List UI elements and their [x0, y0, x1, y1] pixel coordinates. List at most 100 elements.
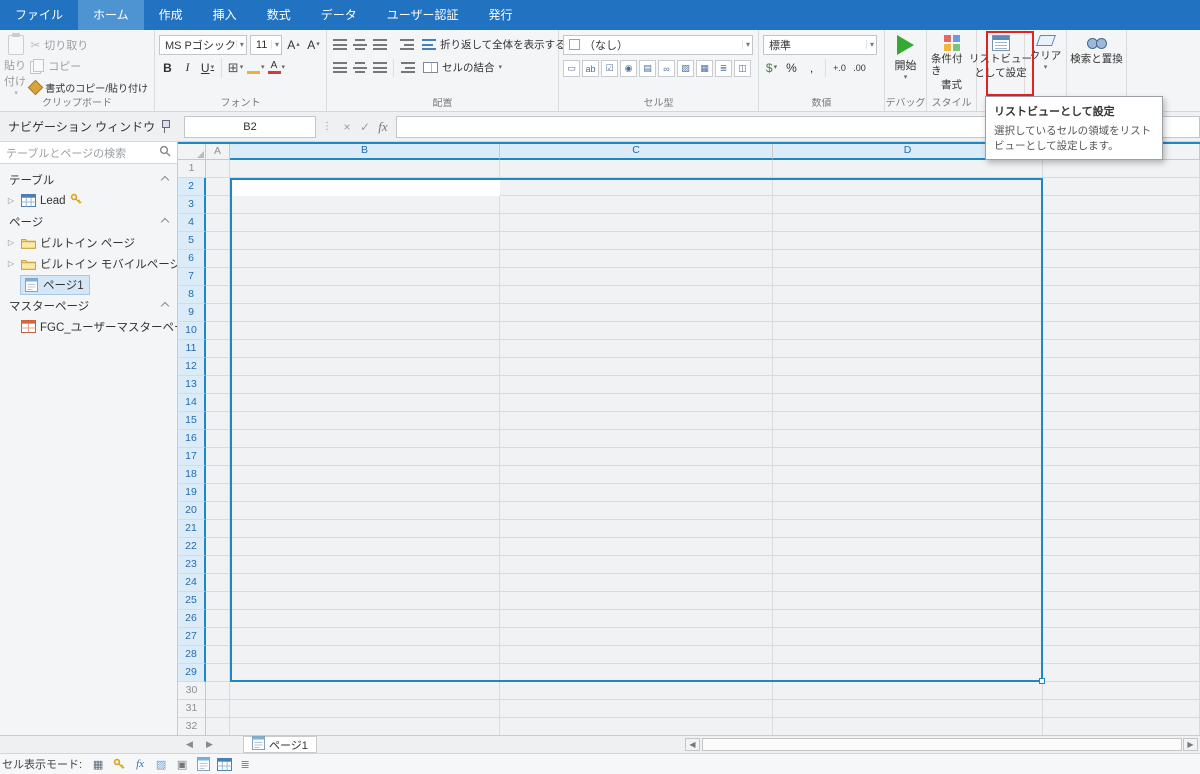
cell-E12[interactable]	[1043, 358, 1200, 376]
row-header-3[interactable]: 3	[178, 196, 206, 214]
cell-C32[interactable]	[500, 718, 773, 735]
cell-B9[interactable]	[230, 304, 500, 322]
cell-E27[interactable]	[1043, 628, 1200, 646]
wrap-text-button[interactable]: 折り返して全体を表示する	[420, 36, 568, 54]
cell-C5[interactable]	[500, 232, 773, 250]
checkbox-celltype-icon[interactable]: ☑	[601, 60, 618, 77]
cell-A1[interactable]	[206, 160, 230, 178]
cell-E11[interactable]	[1043, 340, 1200, 358]
cell-D10[interactable]	[773, 322, 1043, 340]
row-header-17[interactable]: 17	[178, 448, 206, 466]
cell-B28[interactable]	[230, 646, 500, 664]
cell-C19[interactable]	[500, 484, 773, 502]
expander-icon[interactable]: ▷	[6, 259, 16, 268]
cell-E8[interactable]	[1043, 286, 1200, 304]
bold-button[interactable]: B	[159, 58, 176, 77]
cell-C23[interactable]	[500, 556, 773, 574]
cell-E13[interactable]	[1043, 376, 1200, 394]
cell-A2[interactable]	[206, 178, 230, 196]
cell-C2[interactable]	[500, 178, 773, 196]
cell-C26[interactable]	[500, 610, 773, 628]
cell-A17[interactable]	[206, 448, 230, 466]
cell-E9[interactable]	[1043, 304, 1200, 322]
cell-E1[interactable]	[1043, 160, 1200, 178]
collapse-chevron-icon[interactable]	[161, 301, 169, 309]
button-celltype-icon[interactable]: ▭	[563, 60, 580, 77]
cell-D12[interactable]	[773, 358, 1043, 376]
cell-A21[interactable]	[206, 520, 230, 538]
cell-B14[interactable]	[230, 394, 500, 412]
radio-celltype-icon[interactable]: ◉	[620, 60, 637, 77]
cell-E6[interactable]	[1043, 250, 1200, 268]
cell-A25[interactable]	[206, 592, 230, 610]
cell-C12[interactable]	[500, 358, 773, 376]
cell-E22[interactable]	[1043, 538, 1200, 556]
ribbon-tab-挿入[interactable]: 挿入	[198, 0, 252, 30]
cut-button[interactable]: ✂切り取り	[28, 36, 150, 54]
cell-B32[interactable]	[230, 718, 500, 735]
name-box[interactable]: B2	[184, 116, 316, 138]
cell-B16[interactable]	[230, 430, 500, 448]
sheet-tab-page1[interactable]: ページ1	[243, 736, 317, 753]
cell-E3[interactable]	[1043, 196, 1200, 214]
cell-B29[interactable]	[230, 664, 500, 682]
cell-E19[interactable]	[1043, 484, 1200, 502]
sidebar-item-ページ1[interactable]: ページ1	[0, 274, 177, 295]
row-header-25[interactable]: 25	[178, 592, 206, 610]
window-icon[interactable]: ▣	[174, 756, 190, 772]
column-header-C[interactable]: C	[500, 144, 773, 160]
row-header-19[interactable]: 19	[178, 484, 206, 502]
cell-C3[interactable]	[500, 196, 773, 214]
cell-B27[interactable]	[230, 628, 500, 646]
ribbon-tab-作成[interactable]: 作成	[144, 0, 198, 30]
cell-B17[interactable]	[230, 448, 500, 466]
expander-icon[interactable]: ▷	[6, 238, 16, 247]
cell-B26[interactable]	[230, 610, 500, 628]
page-icon[interactable]	[195, 756, 211, 772]
cell-A22[interactable]	[206, 538, 230, 556]
row-header-6[interactable]: 6	[178, 250, 206, 268]
row-header-2[interactable]: 2	[178, 178, 206, 196]
cell-B21[interactable]	[230, 520, 500, 538]
cell-A20[interactable]	[206, 502, 230, 520]
increase-indent-button[interactable]	[399, 58, 416, 77]
cell-B23[interactable]	[230, 556, 500, 574]
ribbon-tab-ホーム[interactable]: ホーム	[78, 0, 144, 30]
ribbon-tab-発行[interactable]: 発行	[473, 0, 527, 30]
align-left-button[interactable]	[331, 58, 348, 77]
row-header-11[interactable]: 11	[178, 340, 206, 358]
comma-button[interactable]: ,	[803, 58, 820, 77]
column-header-A[interactable]: A	[206, 144, 230, 160]
format-painter-button[interactable]: 書式のコピー/貼り付け	[28, 78, 150, 96]
list-icon[interactable]: ≣	[237, 756, 253, 772]
sidebar-item-Lead[interactable]: ▷Lead	[0, 190, 177, 211]
cell-A4[interactable]	[206, 214, 230, 232]
cell-E17[interactable]	[1043, 448, 1200, 466]
row-header-28[interactable]: 28	[178, 646, 206, 664]
align-middle-button[interactable]	[351, 35, 368, 54]
cell-E15[interactable]	[1043, 412, 1200, 430]
align-bottom-button[interactable]	[371, 35, 388, 54]
cell-C20[interactable]	[500, 502, 773, 520]
column-header-B[interactable]: B	[230, 144, 500, 160]
percent-button[interactable]: %	[783, 58, 800, 77]
cell-D3[interactable]	[773, 196, 1043, 214]
cell-C30[interactable]	[500, 682, 773, 700]
cell-E30[interactable]	[1043, 682, 1200, 700]
increase-decimal-button[interactable]: +.0	[831, 58, 848, 77]
cell-D11[interactable]	[773, 340, 1043, 358]
row-header-4[interactable]: 4	[178, 214, 206, 232]
cell-A14[interactable]	[206, 394, 230, 412]
row-header-16[interactable]: 16	[178, 430, 206, 448]
cell-D22[interactable]	[773, 538, 1043, 556]
cell-A13[interactable]	[206, 376, 230, 394]
cell-A26[interactable]	[206, 610, 230, 628]
cell-B11[interactable]	[230, 340, 500, 358]
cell-D7[interactable]	[773, 268, 1043, 286]
cell-B31[interactable]	[230, 700, 500, 718]
cell-E20[interactable]	[1043, 502, 1200, 520]
row-header-30[interactable]: 30	[178, 682, 206, 700]
conditional-format-button[interactable]: 条件付き 書式	[931, 33, 972, 91]
font-size-select[interactable]: 11▾	[250, 35, 282, 55]
cell-C10[interactable]	[500, 322, 773, 340]
